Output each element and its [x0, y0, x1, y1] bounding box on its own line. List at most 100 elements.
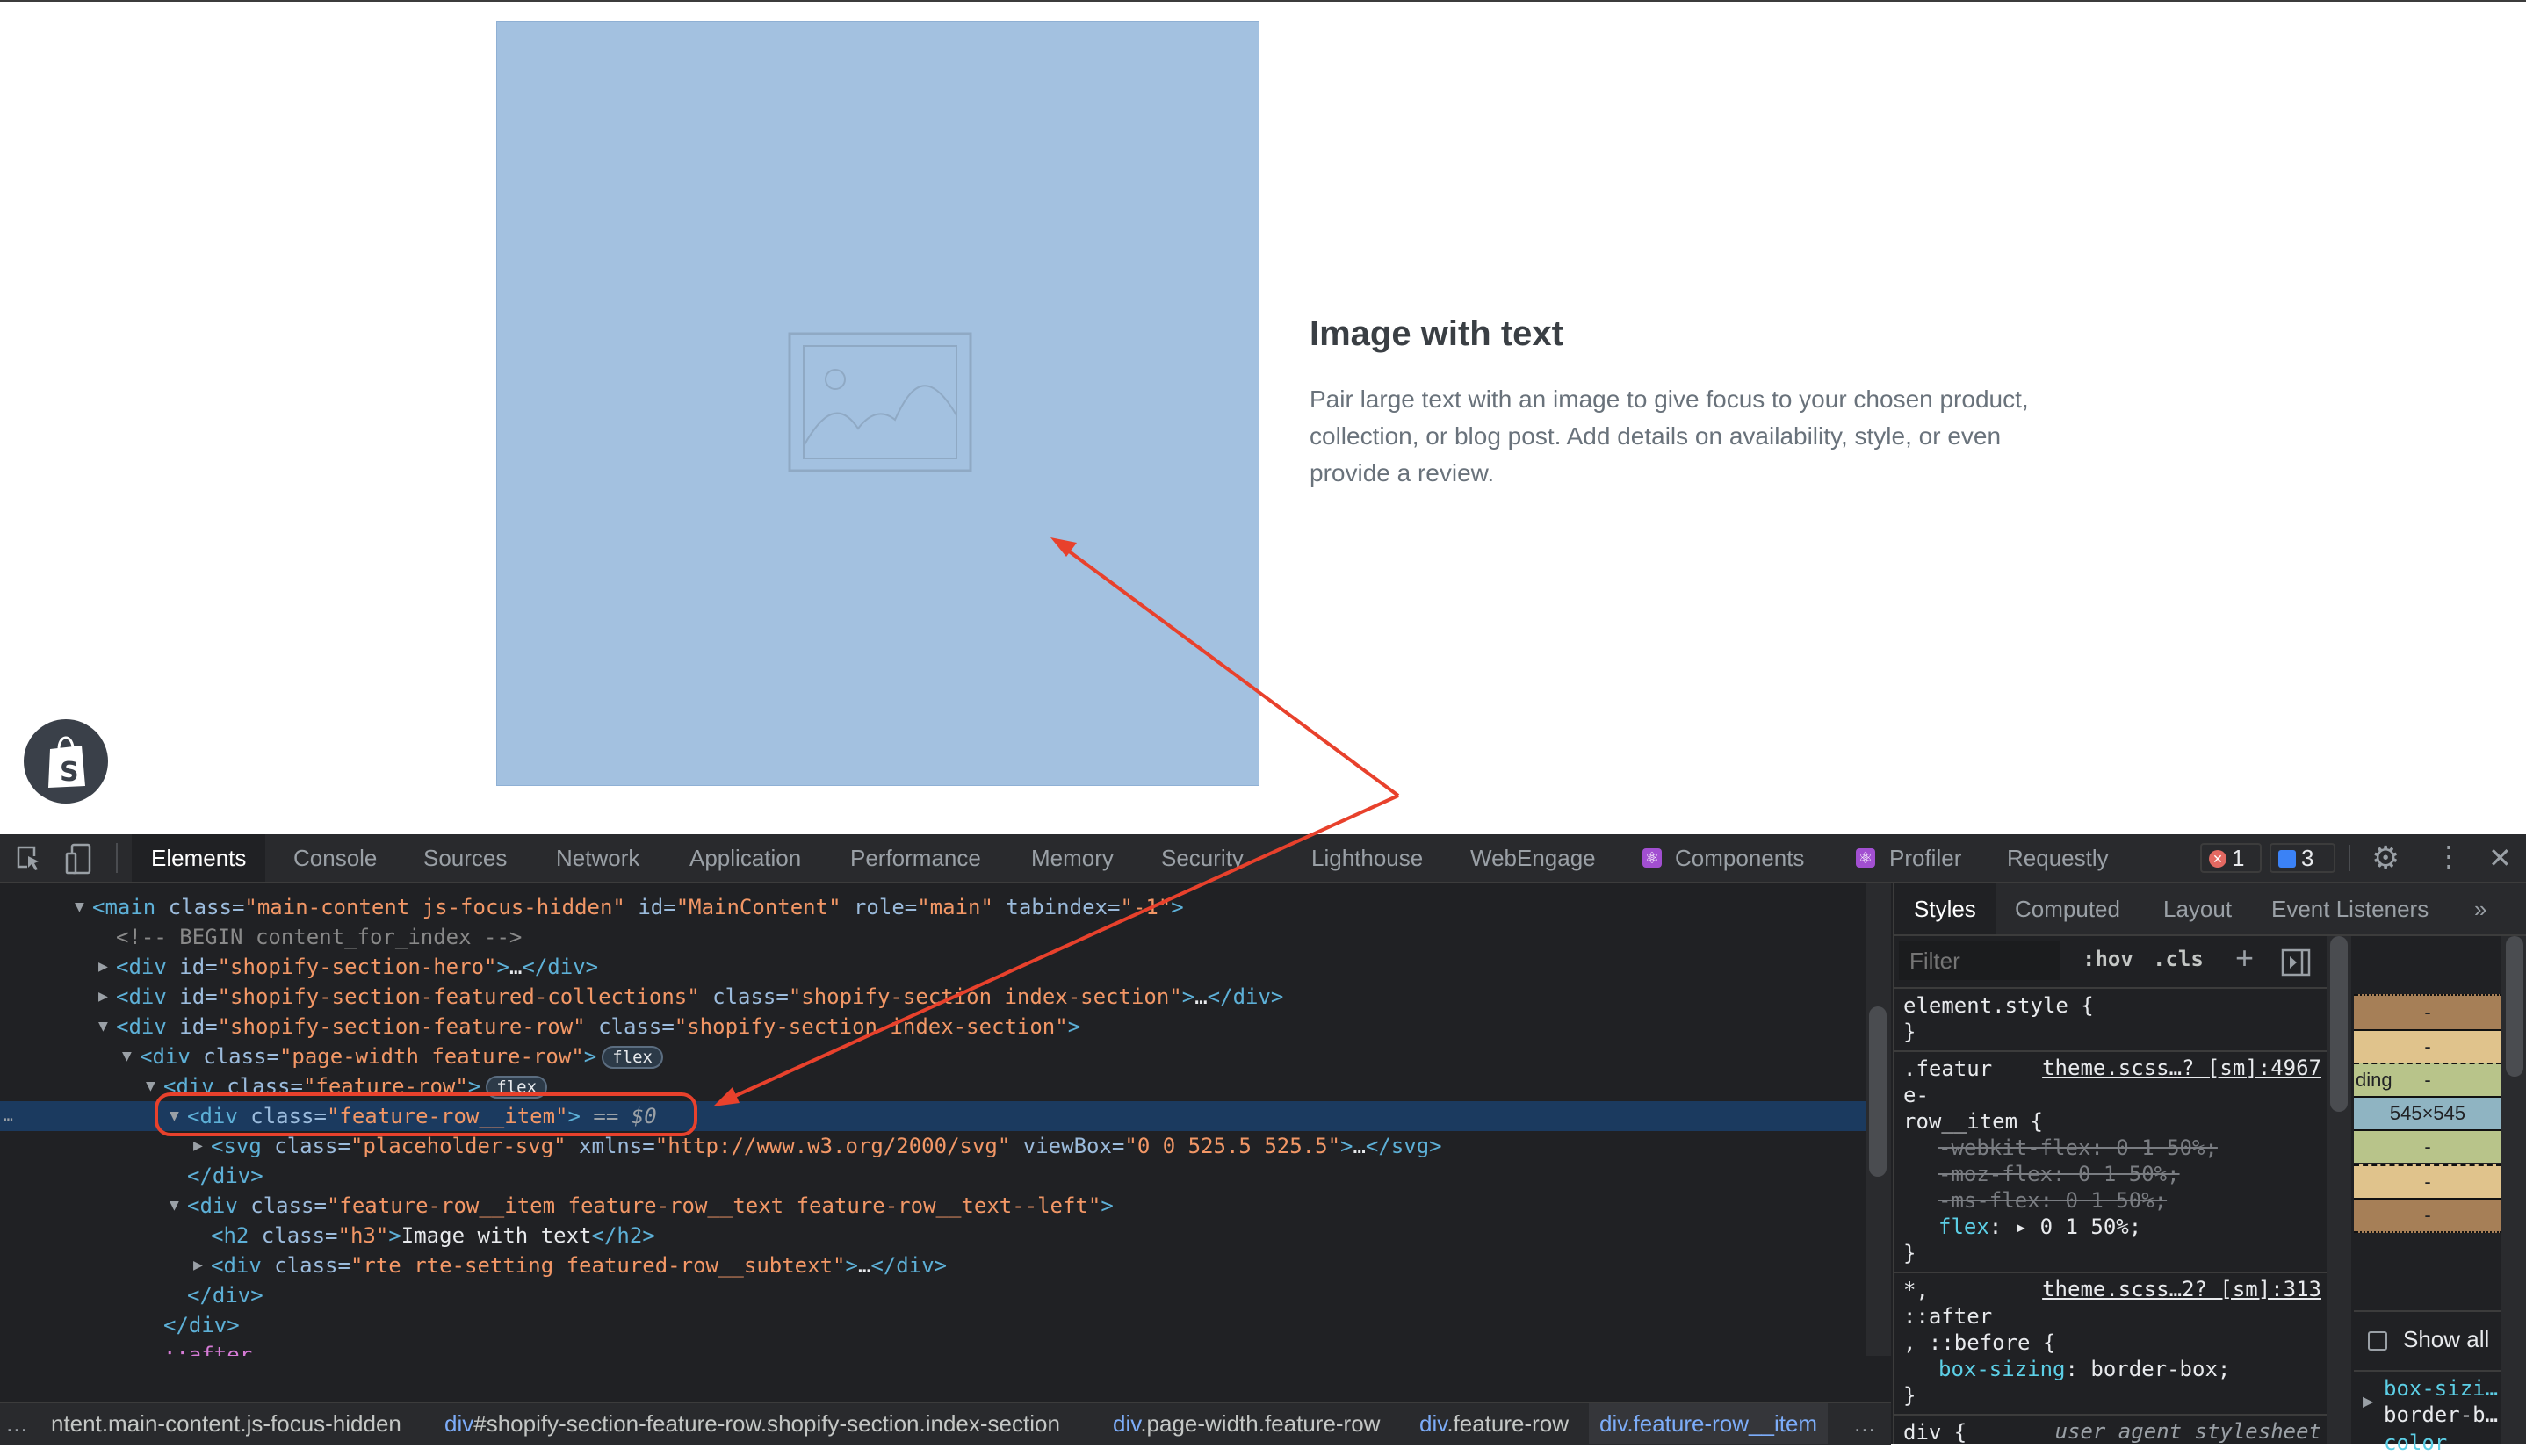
elements-dom-tree[interactable]: ▼ <main class="main-content js-focus-hidd… — [0, 883, 1866, 1356]
tab-sources[interactable]: Sources — [423, 834, 507, 882]
close-devtools-icon[interactable]: ✕ — [2488, 841, 2512, 875]
styles-filter-input[interactable] — [1899, 941, 2060, 980]
selected-dom-node[interactable]: … ▼ <div class="feature-row__item"> == $0 — [0, 1101, 1866, 1131]
breadcrumb-item[interactable]: ntent.main-content.js-focus-hidden — [51, 1403, 401, 1444]
devtools-panel: Elements Console Sources Network Applica… — [0, 834, 2526, 1455]
tab-application[interactable]: Application — [689, 834, 801, 882]
hov-toggle[interactable]: :hov — [2082, 947, 2133, 971]
collapse-triangle-icon[interactable]: ▼ — [170, 1191, 179, 1221]
code-tag: > — [567, 1104, 581, 1128]
dom-node[interactable]: ▶ <svg class="placeholder-svg" xmlns="htt… — [0, 1131, 1866, 1161]
tab-webengage[interactable]: WebEngage — [1470, 834, 1596, 882]
dom-node[interactable]: </div> — [0, 1161, 1866, 1191]
tab-requestly[interactable]: Requestly — [2007, 834, 2109, 882]
padding-value: - — [2424, 1069, 2431, 1091]
tab-profiler[interactable]: Profiler — [1889, 834, 1961, 882]
toolbar-divider — [116, 843, 118, 873]
css-text: } — [1903, 1020, 1916, 1044]
css-prop: flex — [1938, 1215, 1989, 1239]
tab-console[interactable]: Console — [293, 834, 377, 882]
style-rule[interactable]: user agent stylesheet div { — [1894, 1416, 2327, 1444]
collapse-triangle-icon[interactable]: ▼ — [98, 1012, 108, 1042]
expand-triangle-icon[interactable]: ▶ — [2363, 1393, 2373, 1410]
code-tag: > — [1067, 1014, 1081, 1039]
dom-node[interactable]: ▼ <div class="feature-row"> flex — [0, 1071, 1866, 1101]
dom-node[interactable]: ▼ <div class="feature-row__item feature-r… — [0, 1191, 1866, 1221]
box-model-border-bottom: - — [2354, 1164, 2501, 1200]
tab-performance[interactable]: Performance — [850, 834, 981, 882]
breadcrumb-scroll-left[interactable]: … — [5, 1403, 28, 1444]
inspect-element-icon[interactable] — [16, 845, 42, 873]
code-attr: class= — [213, 1074, 303, 1099]
dom-node[interactable]: </div> — [0, 1280, 1866, 1310]
more-options-kebab-icon[interactable]: ⋮ — [2435, 840, 2463, 873]
dom-node[interactable]: ::after — [0, 1340, 1866, 1356]
css-text: ::after — [1903, 1304, 1993, 1329]
stylesheet-source-link[interactable]: theme.scss…2? [sm]:313 — [2042, 1277, 2321, 1301]
tab-computed[interactable]: Computed — [2015, 883, 2120, 934]
breadcrumb-scroll-right[interactable]: … — [1853, 1403, 1876, 1444]
elements-scrollbar-thumb[interactable] — [1869, 1006, 1887, 1177]
dom-node[interactable]: ▶ <div id="shopify-section-hero">…</div> — [0, 952, 1866, 982]
node-actions-ellipsis[interactable]: … — [4, 1101, 13, 1131]
code-tag: <div — [140, 1044, 191, 1069]
tab-network[interactable]: Network — [556, 834, 639, 882]
error-icon: ✕ — [2209, 850, 2226, 868]
breadcrumb: … ntent.main-content.js-focus-hidden div#… — [0, 1402, 1891, 1445]
collapse-triangle-icon[interactable]: ▼ — [170, 1101, 179, 1131]
message-count-badge[interactable]: 3 — [2270, 843, 2335, 873]
dom-node[interactable]: ▶ <div id="shopify-section-featured-colle… — [0, 982, 1866, 1012]
style-rule[interactable]: element.style {} — [1894, 989, 2327, 1052]
code-tag: <svg — [211, 1134, 262, 1158]
toggle-sidebar-icon[interactable] — [2281, 948, 2311, 977]
breadcrumb-item[interactable]: div.feature-row__item — [1589, 1403, 1829, 1444]
dom-node[interactable]: ▼ <main class="main-content js-focus-hidd… — [0, 892, 1866, 922]
tab-layout[interactable]: Layout — [2163, 883, 2232, 934]
code-text: … — [509, 955, 523, 979]
settings-gear-icon[interactable]: ⚙ — [2371, 840, 2400, 876]
dom-node[interactable]: ▼ <div class="page-width feature-row"> fle… — [0, 1042, 1866, 1071]
more-tabs-chevron-icon[interactable]: » — [2474, 883, 2486, 934]
dom-node[interactable]: ▼ <div id="shopify-section-feature-row" c… — [0, 1012, 1866, 1042]
shopify-badge[interactable]: S — [24, 719, 108, 804]
breadcrumb-item[interactable]: div.page-width.feature-row — [1113, 1403, 1380, 1444]
dom-node[interactable]: <h2 class="h3">Image with text</h2> — [0, 1221, 1866, 1251]
cls-toggle[interactable]: .cls — [2153, 947, 2204, 971]
tab-memory[interactable]: Memory — [1031, 834, 1114, 882]
styles-filter-bar: :hov .cls + — [1894, 936, 2327, 989]
tab-security[interactable]: Security — [1161, 834, 1244, 882]
style-rule[interactable]: theme.scss…2? [sm]:313 *,::after, ::befor… — [1894, 1273, 2327, 1416]
code-val: "shopify-section-featured-collections" — [217, 984, 700, 1009]
expand-triangle-icon[interactable]: ▶ — [193, 1131, 203, 1161]
code-val: "shopify-section index-section" — [674, 1014, 1068, 1039]
code-tag: </h2> — [591, 1223, 655, 1248]
dom-node[interactable]: </div> — [0, 1310, 1866, 1340]
collapse-triangle-icon[interactable]: ▼ — [75, 892, 84, 922]
collapse-triangle-icon[interactable]: ▼ — [122, 1042, 132, 1071]
breadcrumb-item[interactable]: div#shopify-section-feature-row.shopify-… — [444, 1403, 1060, 1444]
tab-styles[interactable]: Styles — [1894, 883, 1996, 934]
expand-triangle-icon[interactable]: ▶ — [193, 1251, 203, 1280]
code-tag: > — [388, 1223, 401, 1248]
css-text: : border-box; — [2065, 1357, 2231, 1381]
collapse-triangle-icon[interactable]: ▼ — [146, 1071, 155, 1101]
dom-node[interactable]: <!-- BEGIN content_for_index --> — [0, 922, 1866, 952]
expand-triangle-icon[interactable]: ▶ — [98, 982, 108, 1012]
error-count-badge[interactable]: ✕ 1 — [2200, 843, 2262, 873]
device-toolbar-icon[interactable] — [65, 843, 91, 875]
tab-elements[interactable]: Elements — [132, 834, 266, 882]
style-rule[interactable]: theme.scss…? [sm]:4967 .featur e-row__item… — [1894, 1052, 2327, 1273]
breadcrumb-item[interactable]: div.feature-row — [1419, 1403, 1569, 1444]
code-attr: class= — [190, 1044, 279, 1069]
new-style-rule-plus-icon[interactable]: + — [2235, 940, 2254, 977]
computed-scrollbar[interactable] — [2501, 936, 2526, 1444]
expand-triangle-icon[interactable]: ▶ — [98, 952, 108, 982]
stylesheet-source-link[interactable]: theme.scss…? [sm]:4967 — [2042, 1056, 2321, 1080]
tab-event-listeners[interactable]: Event Listeners — [2271, 883, 2429, 934]
code-badge: flex — [602, 1046, 663, 1069]
tab-lighthouse[interactable]: Lighthouse — [1311, 834, 1423, 882]
tab-components[interactable]: Components — [1675, 834, 1804, 882]
dom-node[interactable]: ▶ <div class="rte rte-setting featured-ro… — [0, 1251, 1866, 1280]
show-all-checkbox[interactable] — [2368, 1331, 2387, 1351]
styles-scrollbar[interactable] — [2327, 936, 2351, 1444]
